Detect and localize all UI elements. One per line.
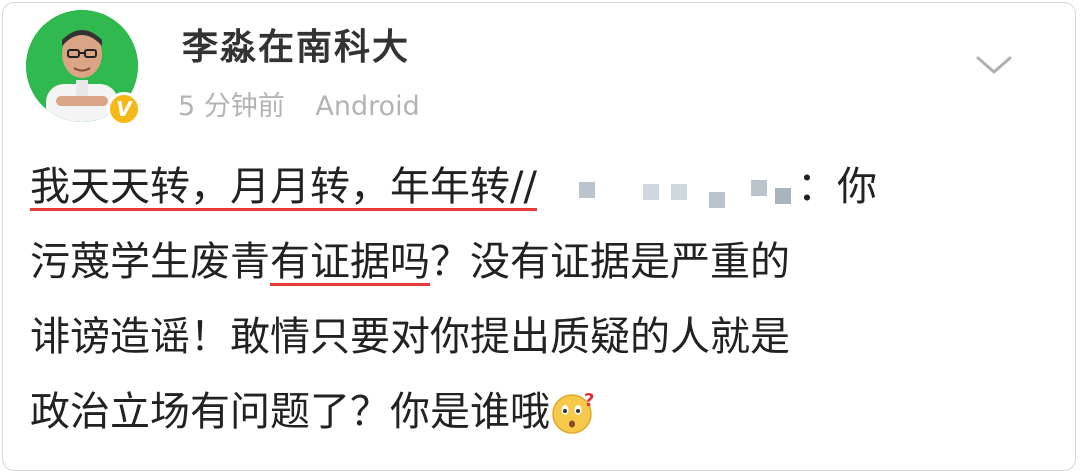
post-line-4: 政治立场有问题了？你是谁哦 ? <box>30 375 1040 450</box>
post-body: 我天天转，月月转，年年转// ：你 污蔑学生废青有证据吗？没有证据是严重的 诽谤… <box>30 150 1040 450</box>
post-meta: 5 分钟前 Android <box>178 84 442 123</box>
blurred-mention <box>537 164 797 214</box>
post-line-2-tail: ？没有证据是严重的 <box>430 239 790 285</box>
post-time: 5 分钟前 <box>178 91 285 122</box>
post-line-2-head: 污蔑学生废青 <box>30 239 270 285</box>
chevron-down-icon[interactable] <box>972 50 1016 80</box>
verified-v-icon: V <box>107 92 141 126</box>
confused-face-emoji-icon: ? <box>550 386 598 434</box>
username[interactable]: 李淼在南科大 <box>182 18 410 70</box>
post-line-2: 污蔑学生废青有证据吗？没有证据是严重的 <box>30 225 1040 300</box>
post-line-1: 我天天转，月月转，年年转// ：你 <box>30 150 1040 225</box>
post-line-1-tail: ：你 <box>796 164 877 210</box>
underlined-text-1: 我天天转，月月转，年年转// <box>30 164 537 210</box>
underlined-text-2: 有证据吗 <box>270 239 430 285</box>
post-line-3: 诽谤造谣！敢情只要对你提出质疑的人就是 <box>30 314 790 360</box>
post-line-4-text: 政治立场有问题了？你是谁哦 <box>30 389 550 435</box>
svg-text:?: ? <box>584 390 594 411</box>
post-source: Android <box>315 91 420 122</box>
